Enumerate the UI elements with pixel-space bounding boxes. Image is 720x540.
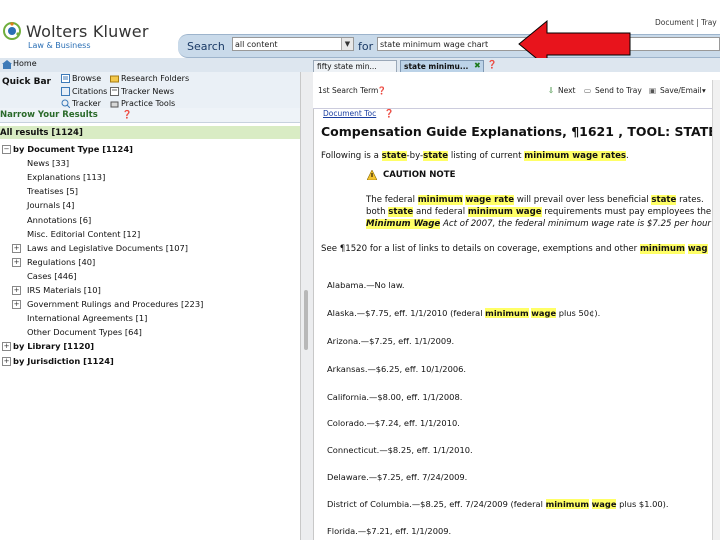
caution-line-3: Minimum Wage Act of 2007, the federal mi…	[366, 219, 711, 229]
tree-item[interactable]: Other Document Types [64]	[27, 327, 142, 337]
document-toc-link[interactable]: Document Toc	[323, 109, 376, 118]
expand-icon[interactable]: +	[12, 258, 21, 267]
state-entry: Arizona.—$7.25, eff. 1/1/2009.	[327, 336, 455, 346]
tree-item[interactable]: Explanations [113]	[27, 172, 105, 182]
tab-fifty-state[interactable]: fifty state min...	[313, 60, 397, 72]
more-chevron-icon[interactable]: ▾	[702, 86, 706, 95]
caution-note-heading: CAUTION NOTE	[383, 170, 456, 180]
state-entry: Alabama.—No law.	[327, 280, 405, 290]
collapse-icon[interactable]: −	[2, 145, 11, 154]
citations-icon	[61, 87, 70, 96]
quick-bar-tracker[interactable]: Tracker	[72, 99, 101, 108]
splitter-grip[interactable]	[304, 290, 308, 350]
tracker-icon	[61, 99, 70, 108]
save-icon: ▣	[649, 86, 657, 95]
state-entry: Alaska.—$7.75, eff. 1/1/2010 (federal mi…	[327, 308, 601, 318]
quick-bar-citations[interactable]: Citations	[72, 87, 107, 96]
tree-item[interactable]: IRS Materials [10]	[27, 285, 101, 295]
arrow-down-icon: ⇩	[548, 86, 555, 95]
narrow-results-title[interactable]: Narrow Your Results	[0, 110, 98, 120]
brand-subtitle: Law & Business	[28, 41, 91, 50]
highlight-term: state	[381, 151, 407, 161]
state-entry: Colorado.—$7.24, eff. 1/1/2010.	[327, 418, 460, 428]
intro-paragraph: Following is a state-by-state listing of…	[321, 151, 629, 161]
folder-icon	[110, 75, 119, 83]
state-entry: Delaware.—$7.25, eff. 7/24/2009.	[327, 472, 468, 482]
expand-icon[interactable]: +	[2, 357, 11, 366]
all-results-label[interactable]: All results [1124]	[0, 128, 83, 138]
first-search-term-button[interactable]: 1st Search Term	[318, 86, 378, 95]
next-button[interactable]: Next	[558, 86, 575, 95]
brand-name: Wolters Kluwer	[26, 22, 149, 41]
document-scrollbar[interactable]	[712, 80, 720, 540]
tree-item[interactable]: Regulations [40]	[27, 257, 95, 267]
tree-item[interactable]: Laws and Legislative Documents [107]	[27, 243, 188, 253]
tree-item[interactable]: Government Rulings and Procedures [223]	[27, 299, 203, 309]
news-icon	[110, 87, 119, 96]
help-icon[interactable]: ❓	[487, 60, 497, 69]
wolters-kluwer-logo-icon	[3, 22, 21, 40]
expand-icon[interactable]: +	[12, 286, 21, 295]
tree-item[interactable]: International Agreements [1]	[27, 313, 147, 323]
tools-icon	[110, 101, 119, 108]
highlight-term: minimum wage rates	[524, 151, 627, 161]
search-label: Search	[187, 40, 225, 53]
expand-icon[interactable]: +	[12, 300, 21, 309]
expand-icon[interactable]: +	[12, 244, 21, 253]
narrow-help-icon[interactable]: ❓	[122, 110, 132, 119]
state-entry: Connecticut.—$8.25, eff. 1/1/2010.	[327, 445, 473, 455]
search-scope-select[interactable]: all content	[232, 37, 354, 51]
tree-item[interactable]: Cases [446]	[27, 271, 77, 281]
home-link[interactable]: Home	[13, 59, 37, 68]
tree-item[interactable]: by Document Type [1124]	[13, 144, 133, 154]
chevron-down-icon[interactable]: ▼	[341, 38, 353, 50]
tree-item[interactable]: Annotations [6]	[27, 215, 91, 225]
caution-line-2: both state and federal minimum wage requ…	[366, 207, 720, 217]
caution-line-1: The federal minimum wage rate will preva…	[366, 195, 704, 205]
tree-item[interactable]: Treatises [5]	[27, 186, 78, 196]
quick-bar-label[interactable]: Quick Bar	[2, 77, 51, 87]
browse-icon	[61, 74, 70, 83]
state-entry: Arkansas.—$6.25, eff. 10/1/2006.	[327, 364, 467, 374]
see-paragraph: See ¶1520 for a list of links to details…	[321, 244, 708, 254]
tray-icon: ▭	[584, 86, 592, 95]
state-entry: District of Columbia.—$8.25, eff. 7/24/2…	[327, 499, 669, 509]
search-term-help-icon[interactable]: ❓	[377, 86, 386, 95]
save-email-button[interactable]: Save/Email	[660, 86, 702, 95]
state-entry: Florida.—$7.21, eff. 1/1/2009.	[327, 526, 452, 536]
document-title: Compensation Guide Explanations, ¶1621 ,…	[321, 124, 720, 139]
for-label: for	[358, 40, 374, 53]
quick-bar-research-folders[interactable]: Research Folders	[121, 74, 189, 83]
tree-item[interactable]: News [33]	[27, 158, 69, 168]
tree-item[interactable]: by Library [1120]	[13, 341, 94, 351]
state-entry: California.—$8.00, eff. 1/1/2008.	[327, 392, 463, 402]
home-icon	[2, 60, 12, 69]
highlight-term: state	[423, 151, 449, 161]
tab-state-minimum[interactable]: state minimu...	[400, 60, 484, 72]
user-links[interactable]: Document | Tray | ?	[655, 18, 720, 27]
quick-bar-browse[interactable]: Browse	[72, 74, 101, 83]
tree-item[interactable]: Misc. Editorial Content [12]	[27, 229, 140, 239]
toc-help-icon[interactable]: ❓	[384, 109, 394, 118]
quick-bar-tracker-news[interactable]: Tracker News	[121, 87, 174, 96]
caution-icon	[367, 170, 377, 180]
tree-item[interactable]: Journals [4]	[27, 200, 74, 210]
tree-item[interactable]: by Jurisdiction [1124]	[13, 356, 114, 366]
quick-bar-practice-tools[interactable]: Practice Tools	[121, 99, 175, 108]
expand-icon[interactable]: +	[2, 342, 11, 351]
close-tab-icon[interactable]: ✖	[474, 61, 481, 70]
send-to-tray-button[interactable]: Send to Tray	[595, 86, 642, 95]
